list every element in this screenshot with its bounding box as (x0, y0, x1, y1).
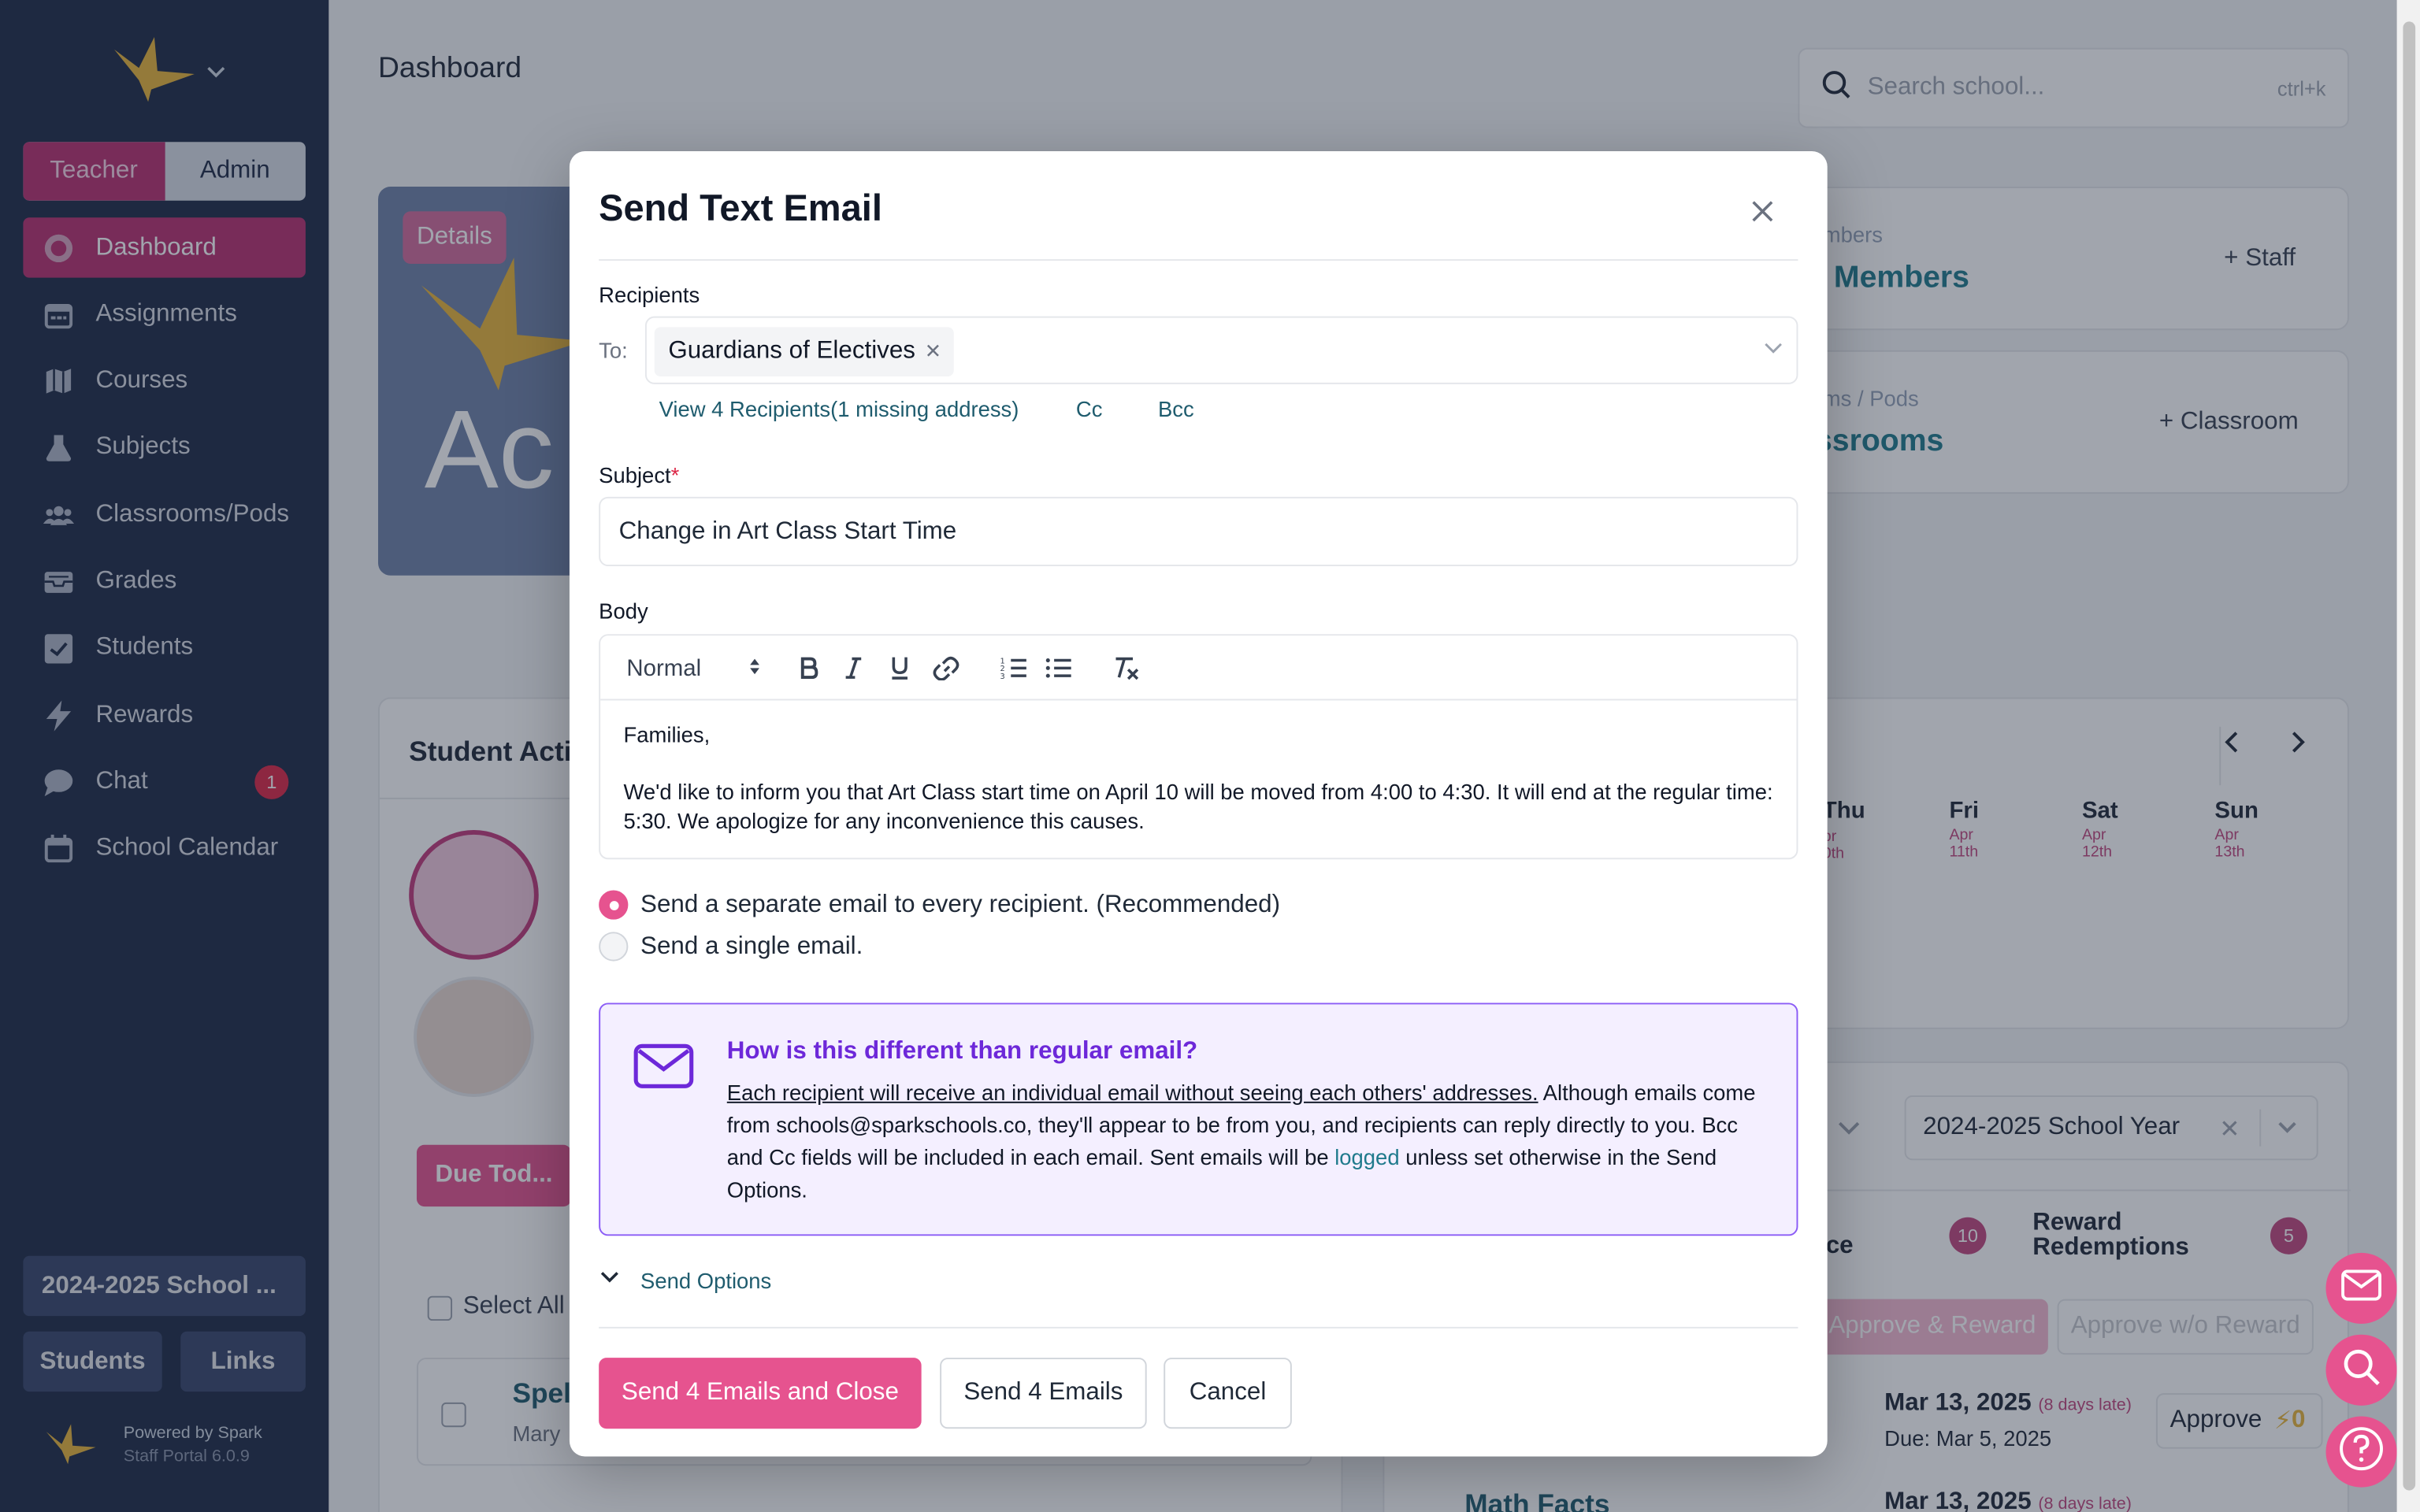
help-icon (2338, 1425, 2385, 1479)
body-line: Families, (623, 721, 711, 747)
send-email-modal: Send Text Email Recipients To: Guardians… (569, 151, 1828, 1457)
scrollbar-thumb[interactable] (2403, 21, 2416, 1491)
mail-icon (633, 1043, 694, 1097)
send-button[interactable]: Send 4 Emails (940, 1358, 1147, 1429)
body-editor[interactable]: Normal 123 Families, We'd like to inform… (599, 634, 1798, 860)
bold-icon[interactable] (798, 651, 819, 685)
format-select[interactable]: Normal (626, 651, 761, 685)
radio-label: Send a separate email to every recipient… (640, 891, 1281, 917)
to-label: To: (599, 338, 628, 363)
close-icon[interactable] (1746, 195, 1780, 228)
recipients-field[interactable]: Guardians of Electives ✕ (644, 316, 1798, 384)
radio-single[interactable] (599, 932, 629, 962)
recipient-links: View 4 Recipients(1 missing address) Cc … (659, 397, 1194, 421)
info-callout: How is this different than regular email… (599, 1002, 1798, 1236)
page-scrollbar[interactable] (2396, 0, 2420, 1512)
ordered-list-icon[interactable]: 123 (1000, 651, 1028, 685)
info-text: Each recipient will receive an individua… (726, 1080, 1756, 1203)
underline-icon[interactable] (889, 651, 910, 685)
modal-title: Send Text Email (599, 188, 882, 230)
remove-recipient-icon[interactable]: ✕ (925, 339, 941, 364)
send-options-label: Send Options (640, 1267, 772, 1292)
divider (599, 1326, 1798, 1329)
search-icon (2341, 1346, 2381, 1394)
logged-link[interactable]: logged (1334, 1145, 1399, 1169)
recipient-chip-label: Guardians of Electives (668, 338, 915, 365)
send-options-toggle[interactable]: Send Options (599, 1266, 771, 1292)
cc-link[interactable]: Cc (1076, 397, 1103, 421)
app-window: Teacher Admin Dashboard Assignments Cour… (0, 0, 2420, 1512)
body-content[interactable]: Families, We'd like to inform you that A… (600, 700, 1796, 856)
recipient-chip: Guardians of Electives ✕ (654, 327, 954, 377)
radio-separate[interactable] (599, 890, 629, 920)
separate-email-option[interactable]: Send a separate email to every recipient… (599, 890, 1281, 920)
send-and-close-button[interactable]: Send 4 Emails and Close (599, 1358, 922, 1429)
view-recipients-link[interactable]: View 4 Recipients(1 missing address) (659, 397, 1019, 421)
editor-toolbar: Normal 123 (600, 636, 1797, 701)
bullet-list-icon[interactable] (1045, 651, 1072, 685)
clear-format-icon[interactable] (1113, 651, 1141, 685)
recipients-label: Recipients (599, 282, 700, 307)
search-fab[interactable] (2325, 1334, 2397, 1406)
chevron-down-icon[interactable] (1762, 338, 1783, 367)
email-fab[interactable] (2325, 1252, 2397, 1324)
radio-label: Send a single email. (640, 932, 863, 959)
subject-label: Subject* (599, 462, 680, 488)
info-title: How is this different than regular email… (726, 1038, 1198, 1065)
divider (599, 259, 1798, 261)
chevron-down-icon (599, 1266, 620, 1292)
help-fab[interactable] (2325, 1416, 2397, 1488)
italic-icon[interactable] (844, 651, 863, 685)
body-line: We'd like to inform you that Art Class s… (623, 779, 1773, 833)
mail-icon (2341, 1269, 2382, 1307)
single-email-option[interactable]: Send a single email. (599, 932, 863, 962)
link-icon[interactable] (932, 651, 959, 685)
updown-icon (749, 655, 762, 681)
svg-text:3: 3 (1000, 673, 1005, 680)
format-select-value: Normal (626, 654, 702, 681)
cancel-button[interactable]: Cancel (1164, 1358, 1292, 1429)
body-label: Body (599, 598, 648, 624)
subject-input[interactable]: Change in Art Class Start Time (599, 496, 1798, 567)
bcc-link[interactable]: Bcc (1158, 397, 1194, 421)
